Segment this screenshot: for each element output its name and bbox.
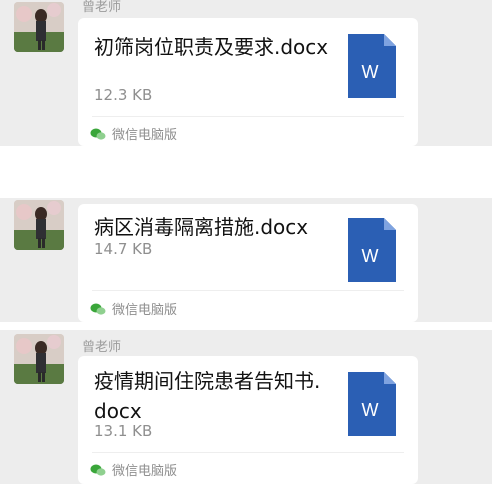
avatar[interactable]: [14, 334, 64, 384]
file-name: 初筛岗位职责及要求.docx: [94, 35, 329, 59]
avatar-photo: [14, 200, 64, 250]
source-label: 微信电脑版: [90, 299, 177, 318]
divider: [92, 452, 404, 453]
file-name: 病区消毒隔离措施.docx: [94, 215, 309, 239]
word-document-icon: W: [348, 218, 396, 282]
file-size: 13.1 KB: [94, 422, 153, 440]
wechat-icon: [90, 128, 106, 140]
sender-name: 曾老师: [82, 0, 122, 15]
avatar-photo: [14, 2, 64, 52]
word-document-icon: W: [348, 34, 396, 98]
sender-name: 曾老师: [82, 340, 122, 355]
word-icon-letter: W: [362, 400, 379, 420]
avatar[interactable]: [14, 200, 64, 250]
file-size: 12.3 KB: [94, 86, 153, 104]
chat-panel: 病区消毒隔离措施.docx 14.7 KB W 微信电脑版: [0, 198, 492, 322]
source-text: 微信电脑版: [112, 303, 178, 318]
source-label: 微信电脑版: [90, 460, 177, 479]
source-text: 微信电脑版: [112, 128, 178, 143]
word-icon-letter: W: [362, 62, 379, 82]
avatar-photo: [14, 334, 64, 384]
chat-panel: 曾老师 疫情期间住院患者告知书.docx 13.1 KB W 微信电脑版: [0, 330, 492, 484]
wechat-icon: [90, 464, 106, 476]
file-message-bubble[interactable]: 初筛岗位职责及要求.docx 12.3 KB W 微信电脑版: [78, 18, 418, 146]
divider: [92, 116, 404, 117]
file-message-bubble[interactable]: 病区消毒隔离措施.docx 14.7 KB W 微信电脑版: [78, 204, 418, 322]
avatar[interactable]: [14, 2, 64, 52]
file-message-bubble[interactable]: 疫情期间住院患者告知书.docx 13.1 KB W 微信电脑版: [78, 356, 418, 484]
file-size: 14.7 KB: [94, 240, 153, 258]
chat-panel: 曾老师 初筛岗位职责及要求.docx 12.3 KB W 微信电脑版: [0, 0, 492, 146]
source-text: 微信电脑版: [112, 464, 178, 479]
chat-screenshot: 曾老师 初筛岗位职责及要求.docx 12.3 KB W 微信电脑版 病区消毒隔…: [0, 0, 496, 484]
divider: [92, 290, 404, 291]
file-name: 疫情期间住院患者告知书.docx: [94, 369, 321, 423]
word-icon-letter: W: [362, 246, 379, 266]
word-document-icon: W: [348, 372, 396, 436]
wechat-icon: [90, 303, 106, 315]
source-label: 微信电脑版: [90, 124, 177, 143]
